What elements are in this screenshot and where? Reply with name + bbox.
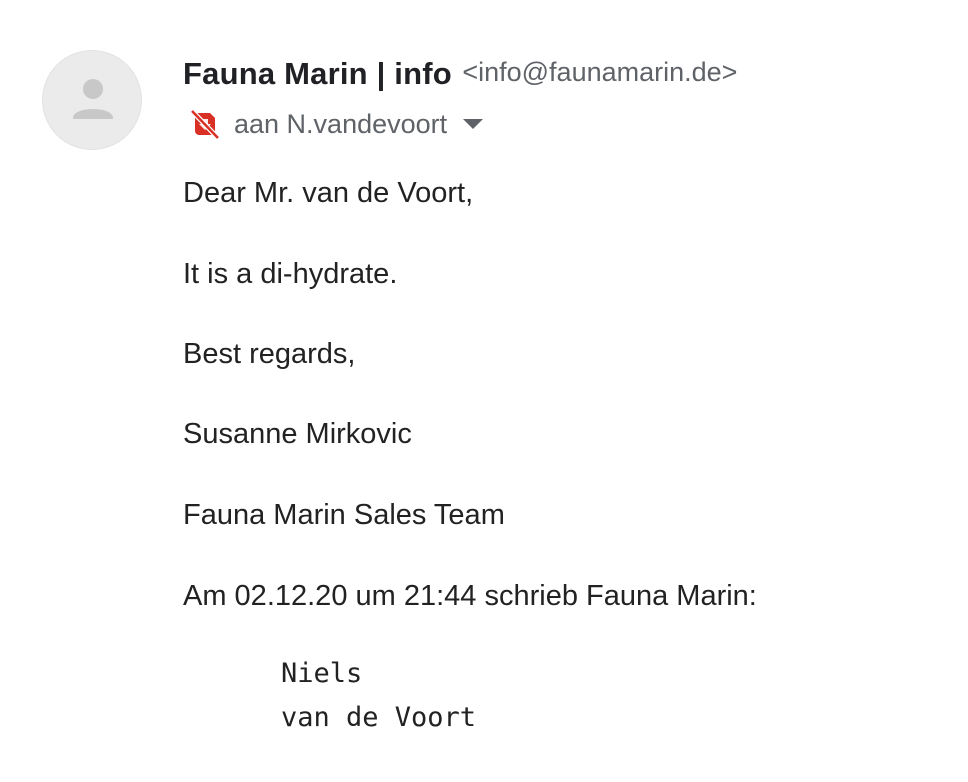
unsubscribe-bell-icon[interactable] bbox=[188, 107, 222, 141]
signature-team: Fauna Marin Sales Team bbox=[183, 499, 505, 531]
body-text: It is a di-hydrate. bbox=[183, 258, 398, 290]
recipient-label: aan N.vandevoort bbox=[234, 108, 448, 139]
recipient-line: aan N.vandevoort bbox=[188, 104, 484, 144]
triangle-down-icon[interactable] bbox=[463, 118, 484, 130]
quoted-line: Niels bbox=[281, 658, 363, 689]
sender-name[interactable]: Fauna Marin | info bbox=[183, 56, 452, 91]
greeting-text: Dear Mr. van de Voort, bbox=[183, 177, 474, 209]
sender-avatar[interactable] bbox=[42, 50, 142, 150]
sender-line: Fauna Marin | info <info@faunamarin.de> bbox=[183, 54, 737, 100]
sender-email: <info@faunamarin.de> bbox=[462, 57, 738, 87]
quote-header: Am 02.12.20 um 21:44 schrieb Fauna Marin… bbox=[183, 580, 757, 612]
person-icon bbox=[73, 79, 113, 119]
quoted-line: van de Voort bbox=[281, 702, 477, 733]
closing-text: Best regards, bbox=[183, 338, 356, 370]
signature-name: Susanne Mirkovic bbox=[183, 418, 412, 450]
